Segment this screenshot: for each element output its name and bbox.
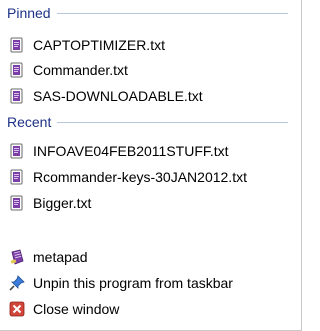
metapad-file-icon bbox=[10, 62, 23, 78]
recent-header-divider bbox=[57, 121, 288, 123]
metapad-file-icon bbox=[10, 143, 23, 159]
pinned-section-header: Pinned bbox=[7, 4, 288, 22]
pinned-item-label: Commander.txt bbox=[33, 62, 128, 78]
recent-item-label: INFOAVE04FEB2011STUFF.txt bbox=[33, 143, 229, 159]
metapad-file-icon bbox=[10, 88, 23, 104]
pinned-item-sas-downloadable[interactable]: SAS-DOWNLOADABLE.txt bbox=[9, 85, 293, 107]
recent-header-label: Recent bbox=[7, 114, 52, 130]
recent-section-header: Recent bbox=[7, 113, 288, 131]
metapad-file-icon bbox=[10, 37, 23, 53]
pinned-item-captoptimizer[interactable]: CAPTOPTIMIZER.txt bbox=[9, 34, 293, 56]
task-close-window[interactable]: Close window bbox=[9, 298, 293, 320]
pinned-header-label: Pinned bbox=[7, 5, 51, 21]
pinned-item-label: CAPTOPTIMIZER.txt bbox=[33, 37, 165, 53]
unpin-icon bbox=[9, 275, 25, 291]
task-label: Close window bbox=[33, 301, 120, 317]
task-label: Unpin this program from taskbar bbox=[33, 275, 233, 291]
pinned-header-divider bbox=[56, 12, 288, 14]
task-unpin-from-taskbar[interactable]: Unpin this program from taskbar bbox=[9, 272, 293, 294]
task-open-metapad[interactable]: metapad bbox=[9, 246, 293, 268]
recent-item-label: Bigger.txt bbox=[33, 195, 92, 211]
recent-item-bigger[interactable]: Bigger.txt bbox=[9, 192, 293, 214]
pinned-item-commander[interactable]: Commander.txt bbox=[9, 59, 293, 81]
task-label: metapad bbox=[33, 249, 88, 265]
recent-item-label: Rcommander-keys-30JAN2012.txt bbox=[33, 169, 247, 185]
recent-item-rcommander-keys[interactable]: Rcommander-keys-30JAN2012.txt bbox=[9, 166, 293, 188]
pinned-item-label: SAS-DOWNLOADABLE.txt bbox=[33, 88, 203, 104]
recent-item-infoave[interactable]: INFOAVE04FEB2011STUFF.txt bbox=[9, 140, 293, 162]
metapad-file-icon bbox=[10, 169, 23, 185]
taskbar-jump-list: Pinned CAPTOPTIMIZER.txt Commander.txt S… bbox=[0, 0, 302, 331]
metapad-app-icon bbox=[10, 249, 24, 265]
metapad-file-icon bbox=[10, 195, 23, 211]
close-window-icon bbox=[9, 301, 25, 317]
